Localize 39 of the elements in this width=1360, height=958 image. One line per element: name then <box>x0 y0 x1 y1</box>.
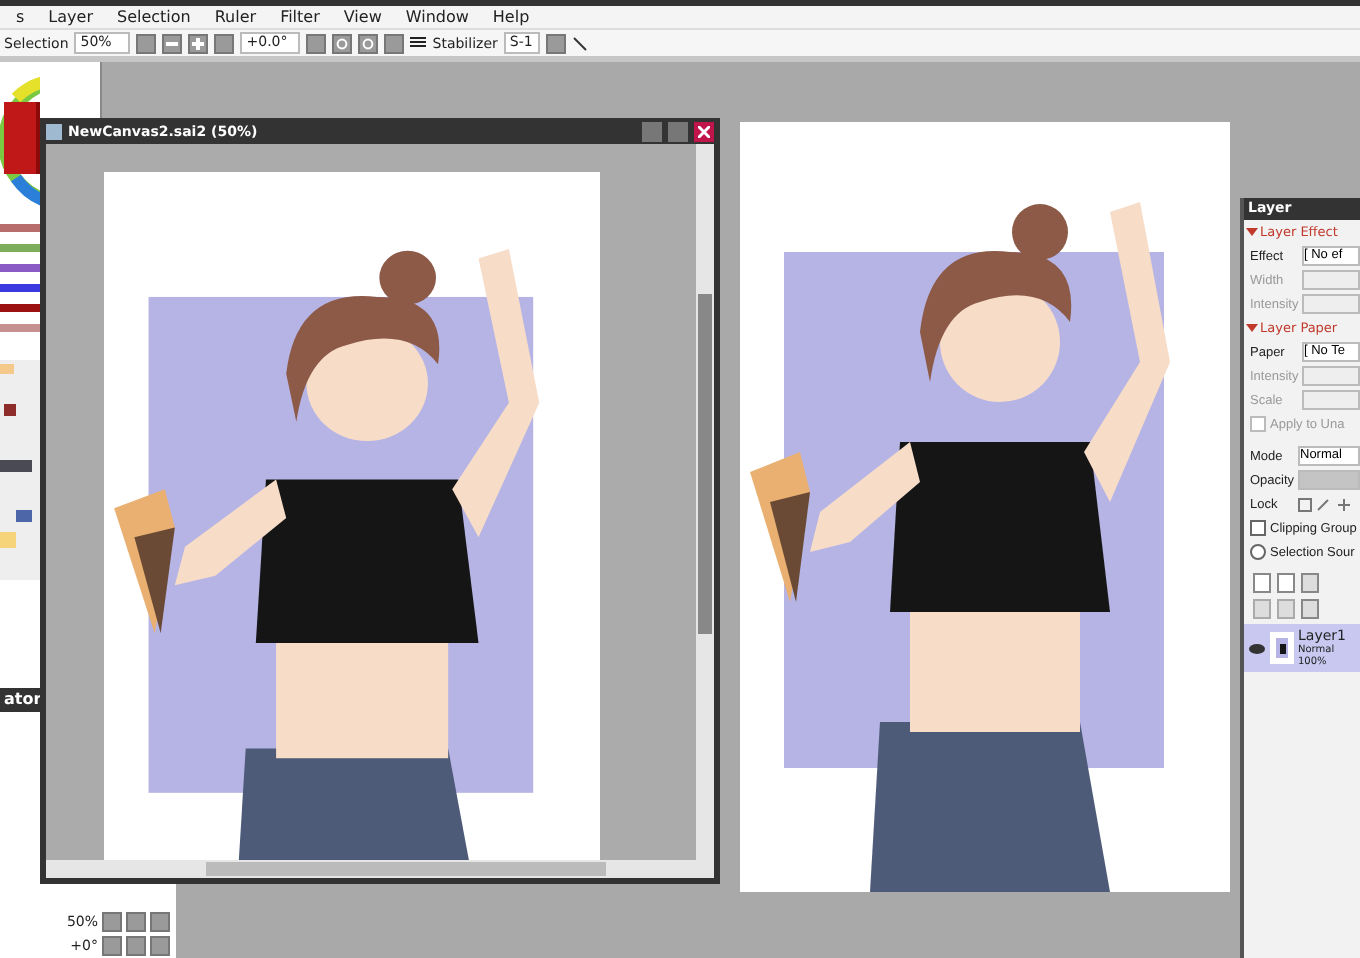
dropdown-button[interactable] <box>545 33 566 53</box>
document-icon <box>46 123 62 139</box>
layer-thumbnail-icon <box>1270 632 1294 664</box>
menu-item[interactable]: s <box>4 8 37 26</box>
rotate-left-button[interactable] <box>332 33 353 53</box>
caret-icon <box>1246 226 1258 238</box>
rotate-right-button[interactable] <box>358 33 379 53</box>
reset-button[interactable] <box>384 33 405 53</box>
lock-icons-drawing[interactable] <box>1298 497 1350 511</box>
input-field[interactable] <box>1302 390 1360 410</box>
scroll-thumb[interactable] <box>206 862 606 876</box>
dropdown-button[interactable] <box>306 33 327 53</box>
swatch-grid-drawing[interactable] <box>0 360 40 580</box>
menu-item[interactable]: Help <box>480 8 542 26</box>
dropdown-button[interactable] <box>136 33 157 53</box>
input-field[interactable] <box>1302 366 1360 386</box>
menu-item[interactable]: Filter <box>268 8 332 26</box>
zoom-in-button[interactable] <box>188 33 209 53</box>
scroll-thumb[interactable] <box>698 294 712 634</box>
close-icon <box>698 125 710 137</box>
menu-item[interactable]: Window <box>393 8 481 26</box>
radio-button[interactable] <box>1250 544 1266 560</box>
fit-button[interactable] <box>214 33 235 53</box>
minimize-button[interactable] <box>642 121 662 141</box>
menu-item[interactable]: View <box>331 8 394 26</box>
eye-icon[interactable] <box>1248 641 1266 655</box>
flip-icon[interactable] <box>410 36 427 50</box>
checkbox[interactable] <box>1250 520 1266 536</box>
pen-line-icon[interactable] <box>571 35 588 51</box>
menu-item[interactable]: Selection <box>104 8 203 26</box>
caret-icon <box>1246 322 1258 334</box>
minus-icon <box>166 41 179 45</box>
input-field[interactable] <box>1302 294 1360 314</box>
close-button[interactable] <box>694 121 714 141</box>
zoom-out-button[interactable] <box>162 33 183 53</box>
menu-item[interactable]: Layer <box>36 8 105 26</box>
plus-icon <box>192 37 205 49</box>
input-field[interactable] <box>1302 270 1360 290</box>
menu-item[interactable]: Ruler <box>202 8 269 26</box>
